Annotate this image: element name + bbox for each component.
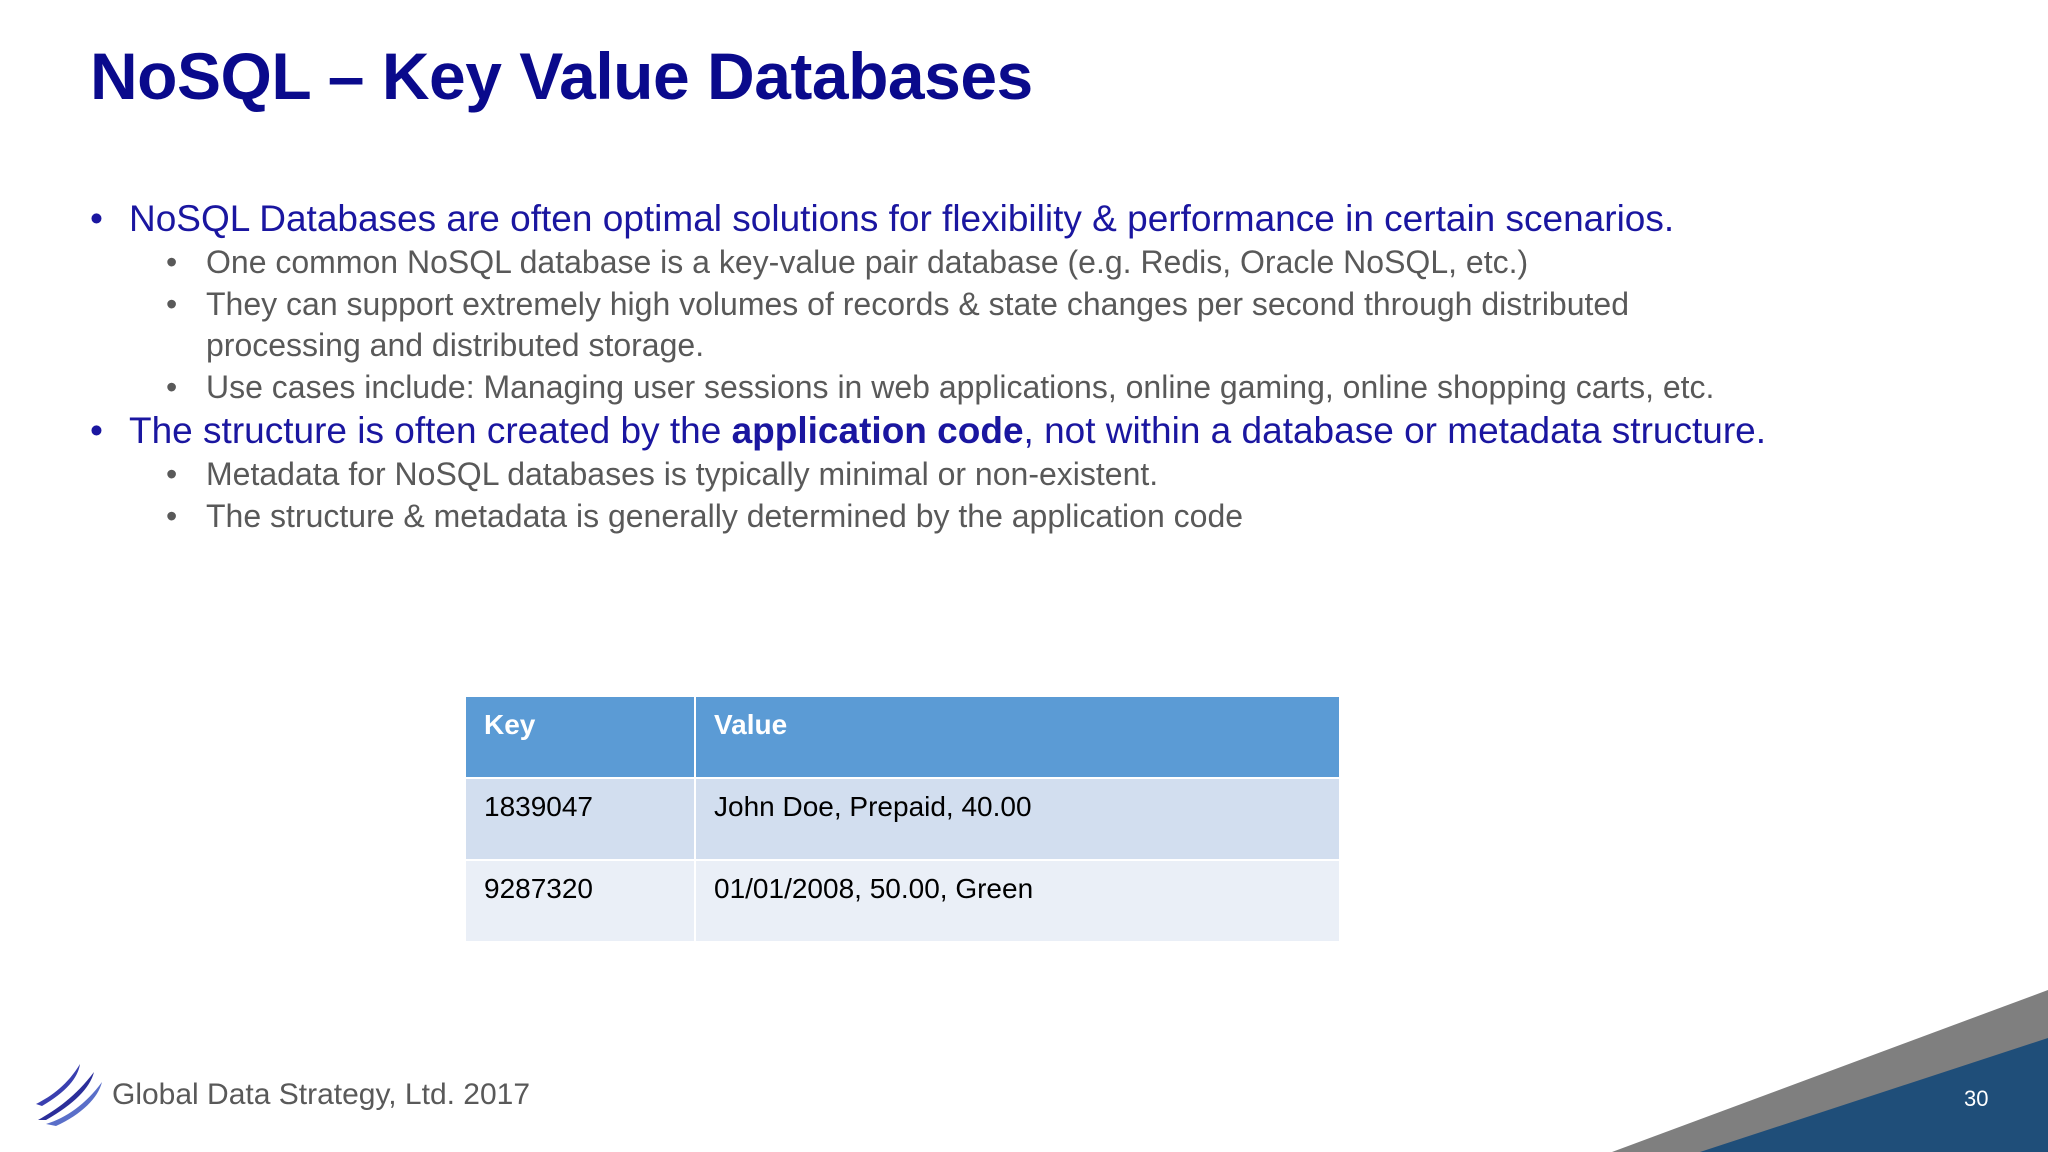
slide: NoSQL – Key Value Databases • NoSQL Data… (0, 0, 2048, 1152)
page-number: 30 (1964, 1086, 1989, 1111)
corner-decoration (1612, 990, 2048, 1152)
